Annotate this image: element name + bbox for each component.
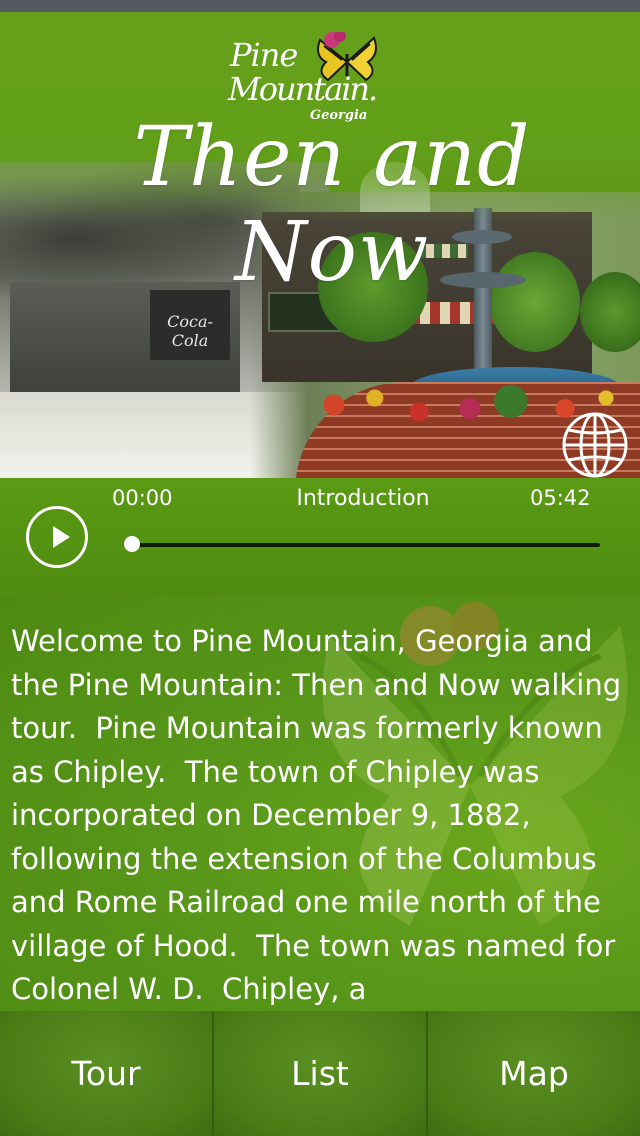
tour-description-text: Welcome to Pine Mountain, Georgia and th… (11, 624, 622, 1006)
then-photo-sign-text: Coca-Cola (167, 312, 213, 350)
tab-list[interactable]: List (214, 1011, 428, 1136)
globe-icon[interactable] (560, 410, 630, 478)
status-bar (0, 0, 640, 12)
current-time: 00:00 (112, 486, 173, 510)
progress-slider-track[interactable] (132, 543, 600, 547)
tab-bar: Tour List Map (0, 1011, 640, 1136)
track-title: Introduction (296, 486, 430, 511)
page-title: Then and Now (133, 110, 531, 300)
play-icon (53, 526, 70, 548)
progress-slider-thumb[interactable] (124, 536, 140, 552)
tab-map[interactable]: Map (428, 1011, 640, 1136)
total-time: 05:42 (530, 486, 591, 510)
logo-text-pine: Pine (230, 36, 298, 74)
audio-player: 00:00 Introduction 05:42 (0, 478, 640, 596)
hero-banner: Coca-Cola Pine Mountain. Georgia Then an… (0, 12, 640, 478)
tab-tour[interactable]: Tour (0, 1011, 214, 1136)
logo-text-mountain: Mountain. (228, 70, 378, 108)
play-button[interactable] (26, 506, 88, 568)
tour-description[interactable]: Welcome to Pine Mountain, Georgia and th… (0, 596, 640, 1011)
